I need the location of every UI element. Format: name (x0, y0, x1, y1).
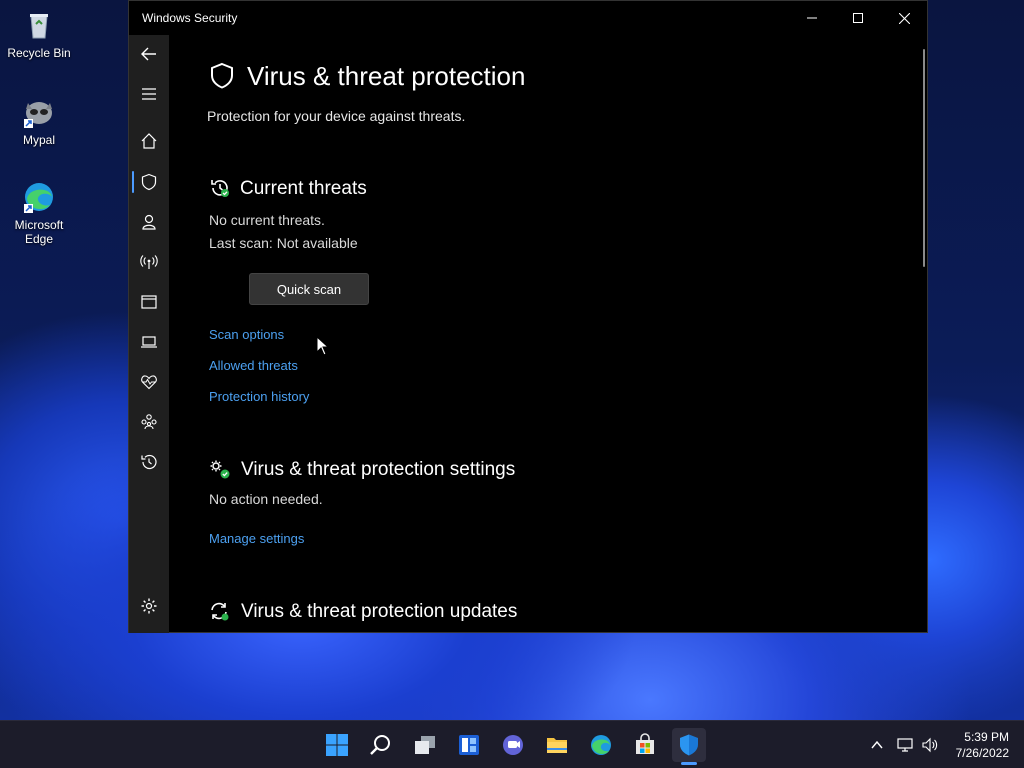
desktop-icon-label: Mypal (22, 133, 55, 147)
windows-logo-icon (326, 734, 348, 756)
edge-icon (591, 735, 611, 755)
close-button[interactable] (881, 1, 927, 35)
settings-heading: Virus & threat protection settings (241, 459, 516, 480)
nav-protection-history[interactable] (139, 452, 159, 472)
nav-firewall-network[interactable] (139, 252, 159, 272)
updates-refresh-icon (208, 600, 230, 622)
recycle-bin-icon (22, 8, 56, 42)
taskbar-search[interactable] (364, 728, 398, 762)
wireless-antenna-icon (140, 255, 158, 269)
nav-device-performance[interactable] (139, 372, 159, 392)
desktop-icon-mypal[interactable]: Mypal (1, 95, 77, 147)
current-threats-icon (209, 177, 231, 199)
quick-scan-button[interactable]: Quick scan (249, 273, 369, 305)
taskbar: 5:39 PM 7/26/2022 (0, 720, 1024, 768)
mouse-pointer-icon (316, 336, 330, 356)
chevron-up-icon (871, 740, 883, 749)
desktop-icon-edge[interactable]: Microsoft Edge (1, 180, 77, 246)
history-icon (141, 454, 157, 470)
volume-control[interactable] (920, 735, 940, 755)
taskbar-microsoft-store[interactable] (628, 728, 662, 762)
active-nav-indicator (132, 171, 134, 193)
start-button[interactable] (320, 728, 354, 762)
maximize-button[interactable] (835, 1, 881, 35)
app-window-icon (141, 295, 157, 309)
speaker-icon (922, 737, 938, 753)
taskbar-edge[interactable] (584, 728, 618, 762)
active-app-indicator (681, 762, 697, 765)
window-title: Windows Security (142, 11, 238, 25)
shield-icon (141, 173, 157, 191)
minimize-button[interactable] (789, 1, 835, 35)
protection-history-link[interactable]: Protection history (209, 389, 309, 404)
home-icon (141, 133, 157, 149)
desktop-icon-label: Microsoft Edge (14, 218, 64, 246)
widgets-icon (459, 735, 479, 755)
nav-settings[interactable] (139, 596, 159, 616)
page-subtitle: Protection for your device against threa… (207, 108, 466, 124)
allowed-threats-link[interactable]: Allowed threats (209, 358, 298, 373)
threat-status-text: No current threats. (209, 212, 325, 228)
taskbar-task-view[interactable] (408, 728, 442, 762)
main-content: Virus & threat protection Protection for… (169, 35, 927, 632)
desktop-icon-label: Recycle Bin (7, 46, 71, 60)
search-icon (370, 735, 390, 755)
settings-gears-icon (209, 459, 231, 481)
taskbar-widgets[interactable] (452, 728, 486, 762)
taskbar-windows-security[interactable] (672, 728, 706, 765)
laptop-icon (141, 336, 157, 348)
gear-icon (141, 598, 157, 614)
store-bag-icon (636, 733, 654, 754)
back-arrow-icon (141, 47, 156, 61)
network-icon (897, 738, 913, 752)
scrollbar[interactable] (923, 49, 925, 267)
scan-options-link[interactable]: Scan options (209, 327, 284, 342)
settings-status-text: No action needed. (209, 491, 323, 507)
taskbar-teams-chat[interactable] (496, 728, 530, 762)
current-threats-heading: Current threats (240, 178, 367, 199)
back-button[interactable] (139, 44, 159, 64)
folder-icon (547, 738, 567, 753)
nav-virus-threat-protection[interactable] (139, 172, 159, 192)
clock-date: 7/26/2022 (955, 746, 1009, 760)
updates-heading: Virus & threat protection updates (241, 601, 518, 622)
show-hidden-icons-button[interactable] (867, 735, 887, 755)
nav-home[interactable] (139, 131, 159, 151)
clock-time: 5:39 PM (964, 730, 1009, 744)
close-icon (898, 12, 910, 24)
page-title: Virus & threat protection (247, 61, 526, 91)
menu-button[interactable] (139, 84, 159, 104)
page-shield-icon (208, 62, 236, 90)
mypal-icon (22, 95, 56, 129)
security-shield-icon (680, 734, 698, 756)
title-bar[interactable]: Windows Security (129, 1, 927, 35)
task-view-icon (415, 736, 435, 754)
family-icon (141, 414, 157, 430)
nav-device-security[interactable] (139, 332, 159, 352)
edge-icon (22, 180, 56, 214)
navigation-sidebar (129, 35, 169, 633)
person-icon (142, 214, 156, 230)
nav-app-browser-control[interactable] (139, 292, 159, 312)
chat-icon (503, 735, 523, 755)
nav-account-protection[interactable] (139, 212, 159, 232)
minimize-icon (807, 17, 817, 19)
maximize-icon (853, 13, 863, 23)
last-scan-text: Last scan: Not available (209, 235, 358, 251)
clock[interactable]: 5:39 PM 7/26/2022 (956, 729, 1009, 761)
desktop-icon-recycle-bin[interactable]: Recycle Bin (1, 8, 77, 60)
network-status[interactable] (895, 735, 915, 755)
manage-settings-link[interactable]: Manage settings (209, 531, 304, 546)
hamburger-icon (142, 88, 156, 100)
windows-security-window: Windows Security Virus & threat protecti… (128, 0, 928, 633)
nav-family-options[interactable] (139, 412, 159, 432)
taskbar-file-explorer[interactable] (540, 728, 574, 762)
heart-pulse-icon (141, 375, 157, 390)
